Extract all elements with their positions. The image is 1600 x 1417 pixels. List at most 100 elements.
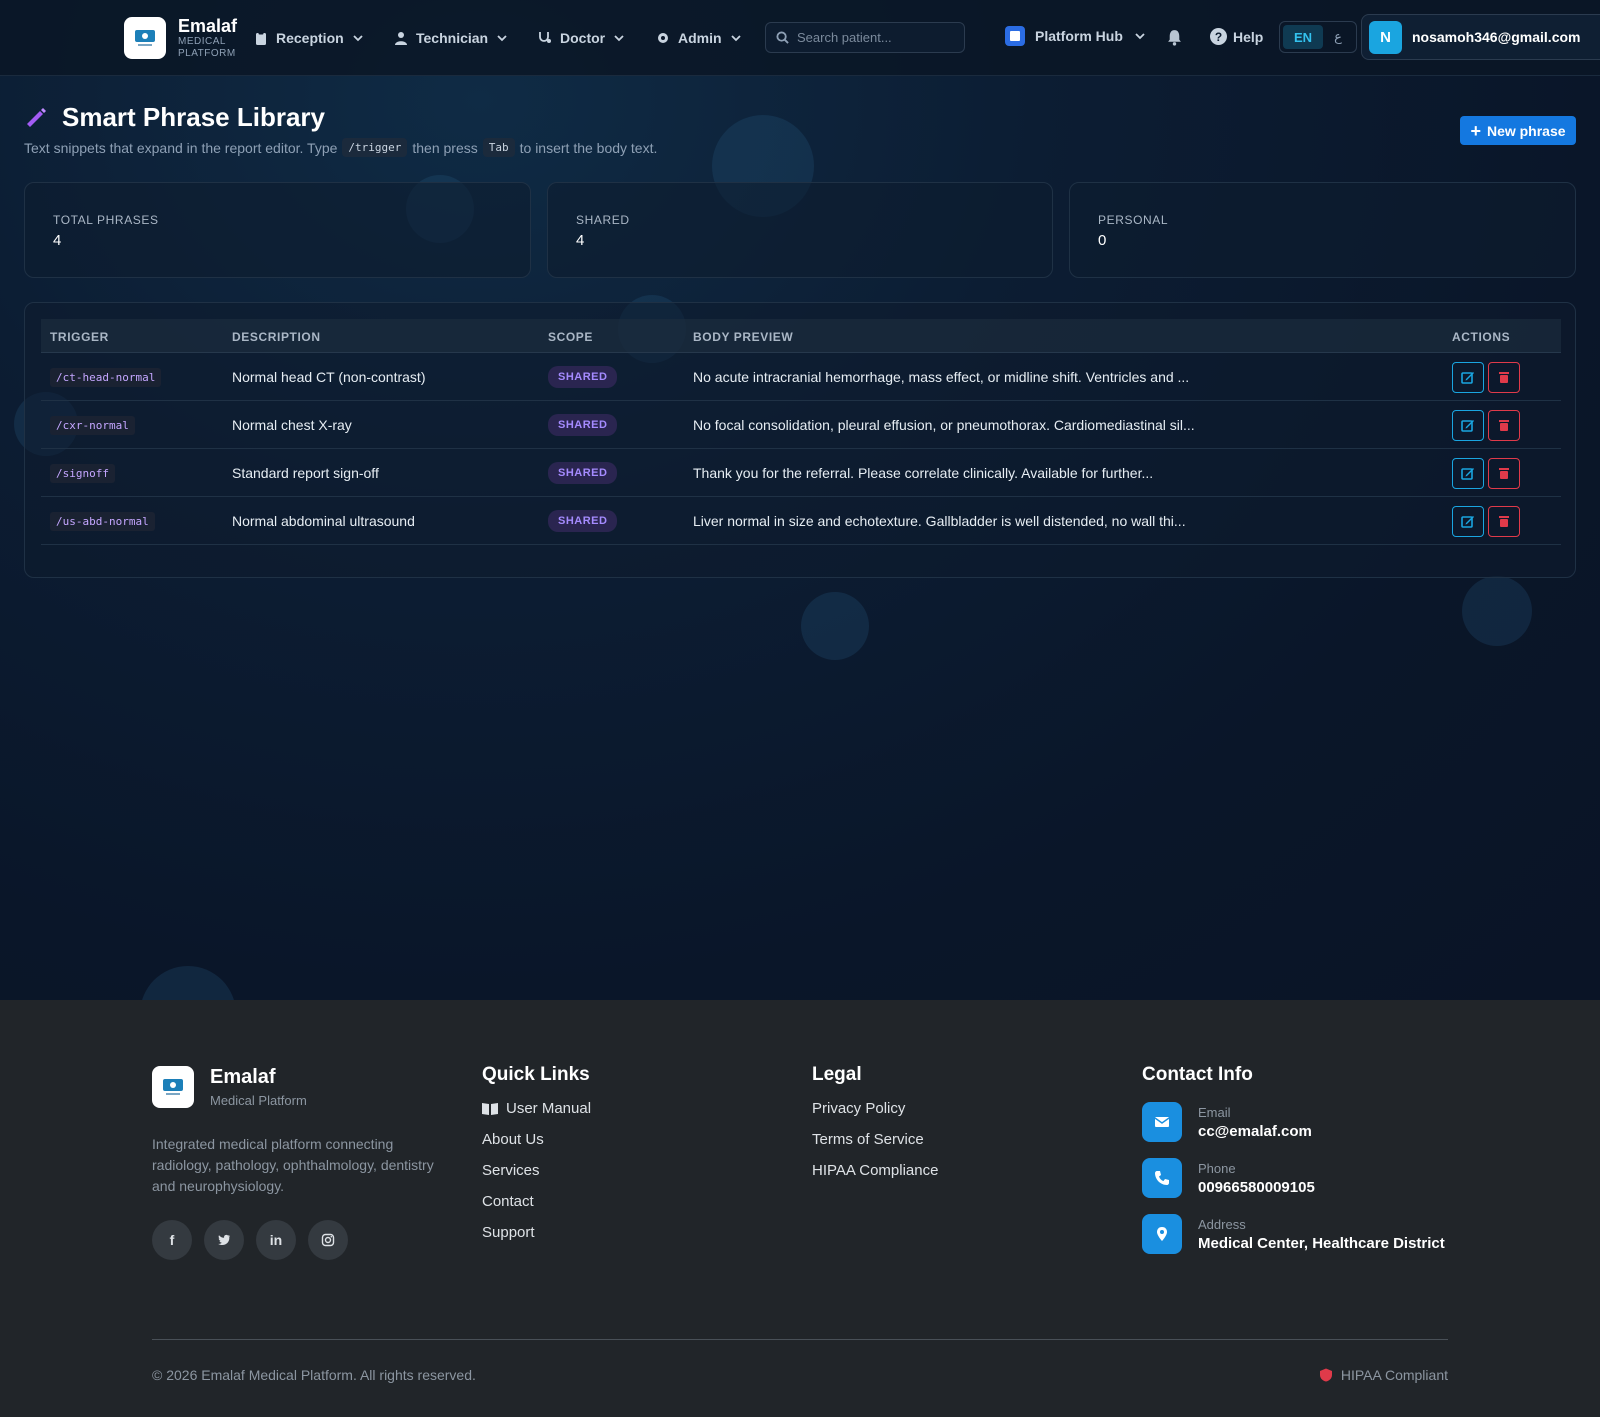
stat-label: SHARED	[576, 213, 630, 227]
table-row: /cxr-normal Normal chest X-ray SHARED No…	[41, 401, 1561, 449]
trigger-code: /us-abd-normal	[50, 511, 155, 531]
footer-link-privacy[interactable]: Privacy Policy	[812, 1100, 938, 1117]
footer-link-hipaa[interactable]: HIPAA Compliance	[812, 1162, 938, 1179]
lang-en-button[interactable]: EN	[1283, 25, 1323, 49]
edit-icon	[1461, 468, 1474, 480]
body-preview: No focal consolidation, pleural effusion…	[693, 417, 1195, 433]
edit-button[interactable]	[1452, 505, 1484, 537]
subtitle-code-tab: Tab	[482, 138, 515, 157]
help-icon: ?	[1210, 28, 1227, 45]
scope-badge: SHARED	[548, 414, 618, 436]
table-row: /us-abd-normal Normal abdominal ultrasou…	[41, 497, 1561, 545]
contact-label: Phone	[1198, 1160, 1236, 1176]
user-menu[interactable]: N nosamoh346@gmail.com	[1361, 14, 1600, 60]
envelope-icon	[1142, 1102, 1182, 1142]
footer-link-contact[interactable]: Contact	[482, 1193, 591, 1210]
edit-icon	[1461, 372, 1474, 384]
footer-brand-sub: Medical Platform	[210, 1093, 307, 1108]
subtitle-text: Text snippets that expand in the report …	[24, 139, 338, 156]
copyright: © 2026 Emalaf Medical Platform. All righ…	[152, 1367, 476, 1383]
instagram-icon[interactable]	[308, 1220, 348, 1260]
stethoscope-icon	[539, 32, 551, 43]
delete-button[interactable]	[1488, 505, 1520, 537]
facebook-icon[interactable]: f	[152, 1220, 192, 1260]
contact-value: Medical Center, Healthcare District	[1198, 1234, 1445, 1252]
stat-total-phrases: TOTAL PHRASES 4	[24, 182, 531, 278]
edit-button[interactable]	[1452, 361, 1484, 393]
user-email: nosamoh346@gmail.com	[1412, 29, 1581, 45]
book-icon	[482, 1102, 498, 1115]
chevron-down-icon	[614, 35, 624, 42]
gear-icon	[658, 33, 668, 43]
map-pin-icon	[1142, 1214, 1182, 1254]
footer-contact: Contact Info Email cc@emalaf.com Phone 0…	[1142, 1064, 1445, 1254]
delete-button[interactable]	[1488, 409, 1520, 441]
chevron-down-icon	[730, 35, 741, 42]
footer-link-services[interactable]: Services	[482, 1162, 591, 1179]
clipboard-icon	[256, 31, 266, 45]
platform-hub-menu[interactable]: Platform Hub	[1005, 26, 1145, 46]
nav-admin[interactable]: Admin	[656, 26, 741, 50]
trash-icon	[1499, 516, 1509, 527]
contact-email: Email cc@emalaf.com	[1142, 1102, 1445, 1142]
footer-link-terms[interactable]: Terms of Service	[812, 1131, 938, 1148]
delete-button[interactable]	[1488, 361, 1520, 393]
language-switcher: EN ع	[1279, 21, 1357, 53]
edit-icon	[1461, 516, 1474, 528]
edit-button[interactable]	[1452, 409, 1484, 441]
footer-link-about[interactable]: About Us	[482, 1131, 591, 1148]
bell-icon[interactable]	[1166, 29, 1183, 46]
table-header: TRIGGER DESCRIPTION SCOPE BODY PREVIEW A…	[41, 319, 1561, 353]
footer-brand: Emalaf Medical Platform	[152, 1066, 307, 1108]
new-phrase-button[interactable]: + New phrase	[1460, 116, 1576, 145]
nav-reception[interactable]: Reception	[254, 26, 363, 50]
footer-legal: Legal Privacy Policy Terms of Service HI…	[812, 1064, 938, 1179]
linkedin-icon[interactable]: in	[256, 1220, 296, 1260]
nav-technician[interactable]: Technician	[394, 26, 507, 50]
phrase-description: Standard report sign-off	[232, 465, 379, 481]
footer-divider	[152, 1339, 1448, 1340]
contact-label: Email	[1198, 1104, 1231, 1120]
lang-ar-button[interactable]: ع	[1323, 29, 1353, 45]
col-actions: ACTIONS	[1452, 330, 1511, 344]
col-description: DESCRIPTION	[232, 330, 321, 344]
footer-link-user-manual[interactable]: User Manual	[482, 1100, 591, 1117]
phone-icon	[1142, 1158, 1182, 1198]
contact-value[interactable]: cc@emalaf.com	[1198, 1123, 1312, 1140]
nav-doctor[interactable]: Doctor	[538, 26, 624, 50]
hub-icon	[1005, 26, 1025, 46]
trigger-code: /signoff	[50, 463, 115, 483]
help-link[interactable]: ? Help	[1210, 28, 1263, 45]
trash-icon	[1499, 372, 1509, 383]
brand-logo	[124, 17, 166, 59]
stat-value: 4	[53, 232, 62, 249]
edit-icon	[1461, 420, 1474, 432]
trash-icon	[1499, 468, 1509, 479]
edit-button[interactable]	[1452, 457, 1484, 489]
nav-doctor-label: Doctor	[560, 30, 606, 46]
hub-label: Platform Hub	[1035, 28, 1123, 44]
delete-button[interactable]	[1488, 457, 1520, 489]
chevron-down-icon	[497, 35, 507, 42]
scope-badge: SHARED	[548, 510, 618, 532]
stat-label: TOTAL PHRASES	[53, 213, 159, 227]
decor-bubble	[140, 966, 236, 1000]
page-title: Smart Phrase Library	[62, 102, 326, 132]
nav-reception-label: Reception	[276, 30, 344, 46]
stat-value: 4	[576, 232, 585, 249]
brand[interactable]: Emalaf MEDICAL PLATFORM	[124, 16, 248, 60]
footer: Emalaf Medical Platform Integrated medic…	[0, 1000, 1600, 1417]
search-input[interactable]	[797, 30, 957, 45]
col-body-preview: BODY PREVIEW	[693, 330, 794, 344]
twitter-icon[interactable]	[204, 1220, 244, 1260]
search-icon	[776, 31, 789, 44]
hipaa-badge: HIPAA Compliant	[1319, 1367, 1448, 1383]
chevron-down-icon	[1135, 33, 1145, 40]
page-subtitle: Text snippets that expand in the report …	[24, 138, 657, 157]
body-preview: No acute intracranial hemorrhage, mass e…	[693, 369, 1190, 385]
subtitle-text: then press	[412, 139, 478, 156]
footer-link-support[interactable]: Support	[482, 1224, 591, 1241]
stat-label: PERSONAL	[1098, 213, 1169, 227]
contact-value[interactable]: 00966580009105	[1198, 1179, 1315, 1196]
quick-links-title: Quick Links	[482, 1064, 590, 1085]
